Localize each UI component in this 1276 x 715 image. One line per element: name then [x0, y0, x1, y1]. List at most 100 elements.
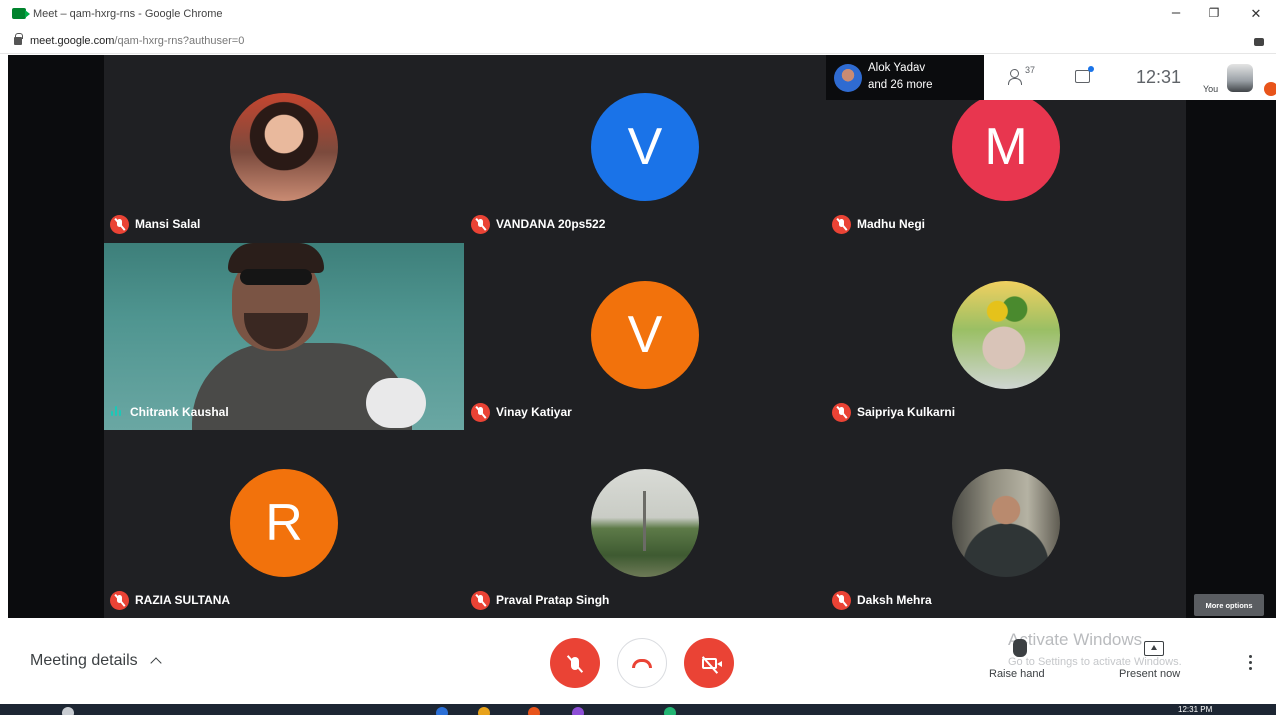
participant-name-row: Madhu Negi [832, 214, 925, 234]
taskbar-app-icon[interactable] [664, 707, 676, 715]
participant-name: VANDANA 20ps522 [496, 217, 606, 231]
present-now-label[interactable]: Present now [1119, 668, 1180, 680]
presence-notification[interactable]: Alok Yadav and 26 more [826, 55, 984, 100]
participant-photo [230, 93, 338, 201]
leave-call-button[interactable] [617, 638, 667, 688]
url-path: /qam-hxrg-rns?authuser=0 [114, 35, 245, 47]
microphone-toggle-button[interactable] [550, 638, 600, 688]
taskbar-app-icon[interactable] [572, 707, 584, 715]
lock-icon[interactable] [14, 33, 23, 45]
participant-name-row: Saipriya Kulkarni [832, 402, 955, 422]
raise-hand-label[interactable]: Raise hand [989, 668, 1045, 680]
taskbar-app-icon[interactable] [62, 707, 74, 715]
participant-letter-avatar: R [230, 469, 338, 577]
url-text[interactable]: meet.google.com/qam-hxrg-rns?authuser=0 [30, 35, 244, 47]
participant-name-row: Vinay Katiyar [471, 402, 572, 422]
participant-name-row: Daksh Mehra [832, 590, 932, 610]
taskbar-app-icon[interactable] [528, 707, 540, 715]
camera-off-icon [701, 657, 722, 669]
meeting-clock: 12:31 [1136, 67, 1182, 87]
self-view-thumbnail[interactable] [1227, 64, 1253, 92]
participant-photo [952, 469, 1060, 577]
stage-left-margin [8, 55, 104, 618]
taskbar-app-icon[interactable] [478, 707, 490, 715]
participant-letter-avatar: V [591, 281, 699, 389]
activate-windows-title: Activate Windows [1008, 630, 1143, 649]
video-person-glasses [240, 269, 312, 285]
participant-letter-avatar: V [591, 93, 699, 201]
participant-name: Chitrank Kaushal [130, 405, 229, 419]
self-label: You [1203, 84, 1219, 94]
avatar-letter: M [984, 118, 1028, 176]
participant-name: Praval Pratap Singh [496, 593, 610, 607]
minimize-button[interactable]: – [1164, 4, 1188, 21]
participant-tile[interactable]: R RAZIA SULTANA [104, 431, 464, 618]
participant-name: Vinay Katiyar [496, 405, 572, 419]
participant-tile[interactable]: V VANDANA 20ps522 [465, 55, 825, 242]
participant-name: Saipriya Kulkarni [857, 405, 956, 419]
avatar-letter: V [627, 306, 663, 364]
chevron-up-icon [150, 657, 162, 669]
participant-photo [591, 469, 699, 577]
participant-name-row: RAZIA SULTANA [110, 590, 230, 610]
people-icon[interactable] [1008, 69, 1026, 85]
speaking-indicator-icon [110, 405, 124, 419]
meeting-details-button[interactable]: Meeting details [30, 652, 162, 670]
participant-tile[interactable]: Mansi Salal [104, 55, 464, 242]
cast-icon[interactable] [1254, 38, 1264, 46]
camera-toggle-button[interactable] [684, 638, 734, 688]
more-options-kebab-icon[interactable] [1249, 655, 1253, 671]
mic-off-icon [832, 214, 851, 234]
presence-avatar [834, 64, 862, 92]
meet-favicon-icon [12, 8, 30, 19]
mic-off-icon [110, 214, 129, 234]
participant-tile[interactable]: Daksh Mehra [826, 431, 1186, 618]
participant-tile[interactable]: Saipriya Kulkarni [826, 243, 1186, 430]
participant-video-tile[interactable]: Chitrank Kaushal [104, 243, 464, 430]
presence-line-1: Alok Yadav [868, 62, 926, 74]
participant-name: Madhu Negi [857, 217, 925, 231]
avatar-letter: R [265, 494, 303, 552]
participant-letter-avatar: M [952, 93, 1060, 201]
taskbar-app-icon[interactable] [436, 707, 448, 715]
chat-icon[interactable] [1075, 66, 1094, 83]
mic-off-icon [471, 590, 490, 610]
video-person-arm [366, 378, 426, 428]
mic-off-icon [471, 402, 490, 422]
more-options-tooltip: More options [1194, 594, 1264, 616]
participant-name: Mansi Salal [135, 217, 201, 231]
avatar-letter: V [627, 118, 663, 176]
participant-name: Daksh Mehra [857, 593, 932, 607]
raise-hand-icon[interactable] [1013, 639, 1027, 657]
participant-tile[interactable]: V Vinay Katiyar [465, 243, 825, 430]
participant-photo [952, 281, 1060, 389]
present-screen-icon[interactable] [1144, 641, 1164, 656]
meeting-top-bar: 37 12:31 You [984, 55, 1276, 100]
screen: { "browser": { "tab_title": "Meet – qam-… [0, 0, 1276, 715]
browser-title-bar: Meet – qam-hxrg-rns - Google Chrome – ❐ … [0, 0, 1276, 30]
participant-count: 37 [1025, 65, 1036, 75]
mic-off-icon [832, 590, 851, 610]
meeting-details-label: Meeting details [30, 652, 138, 669]
presence-text: Alok Yadav and 26 more [868, 60, 933, 94]
window-title: Meet – qam-hxrg-rns - Google Chrome [33, 8, 223, 20]
participant-grid: Mansi Salal V VANDANA 20ps522 M Madhu Ne… [104, 55, 1186, 618]
participant-name-row: Praval Pratap Singh [471, 590, 609, 610]
stage-right-margin [1186, 100, 1276, 618]
taskbar-clock: 12:31 PM [1178, 705, 1213, 714]
participant-name-row: VANDANA 20ps522 [471, 214, 605, 234]
address-bar[interactable]: meet.google.com/qam-hxrg-rns?authuser=0 [0, 30, 1276, 54]
participant-name: RAZIA SULTANA [135, 593, 231, 607]
os-taskbar: 12:31 PM [0, 704, 1276, 715]
activate-windows-subtitle: Go to Settings to activate Windows. [1008, 656, 1182, 668]
restore-button[interactable]: ❐ [1202, 6, 1226, 20]
mic-off-icon [471, 214, 490, 234]
hang-up-icon [632, 658, 652, 668]
mic-off-icon [110, 590, 129, 610]
participant-tile[interactable]: Praval Pratap Singh [465, 431, 825, 618]
url-host: meet.google.com [30, 35, 115, 47]
self-status-badge [1264, 82, 1276, 96]
mic-off-icon [571, 656, 579, 670]
close-window-button[interactable]: ✕ [1244, 6, 1268, 22]
participant-name-row: Mansi Salal [110, 214, 200, 234]
